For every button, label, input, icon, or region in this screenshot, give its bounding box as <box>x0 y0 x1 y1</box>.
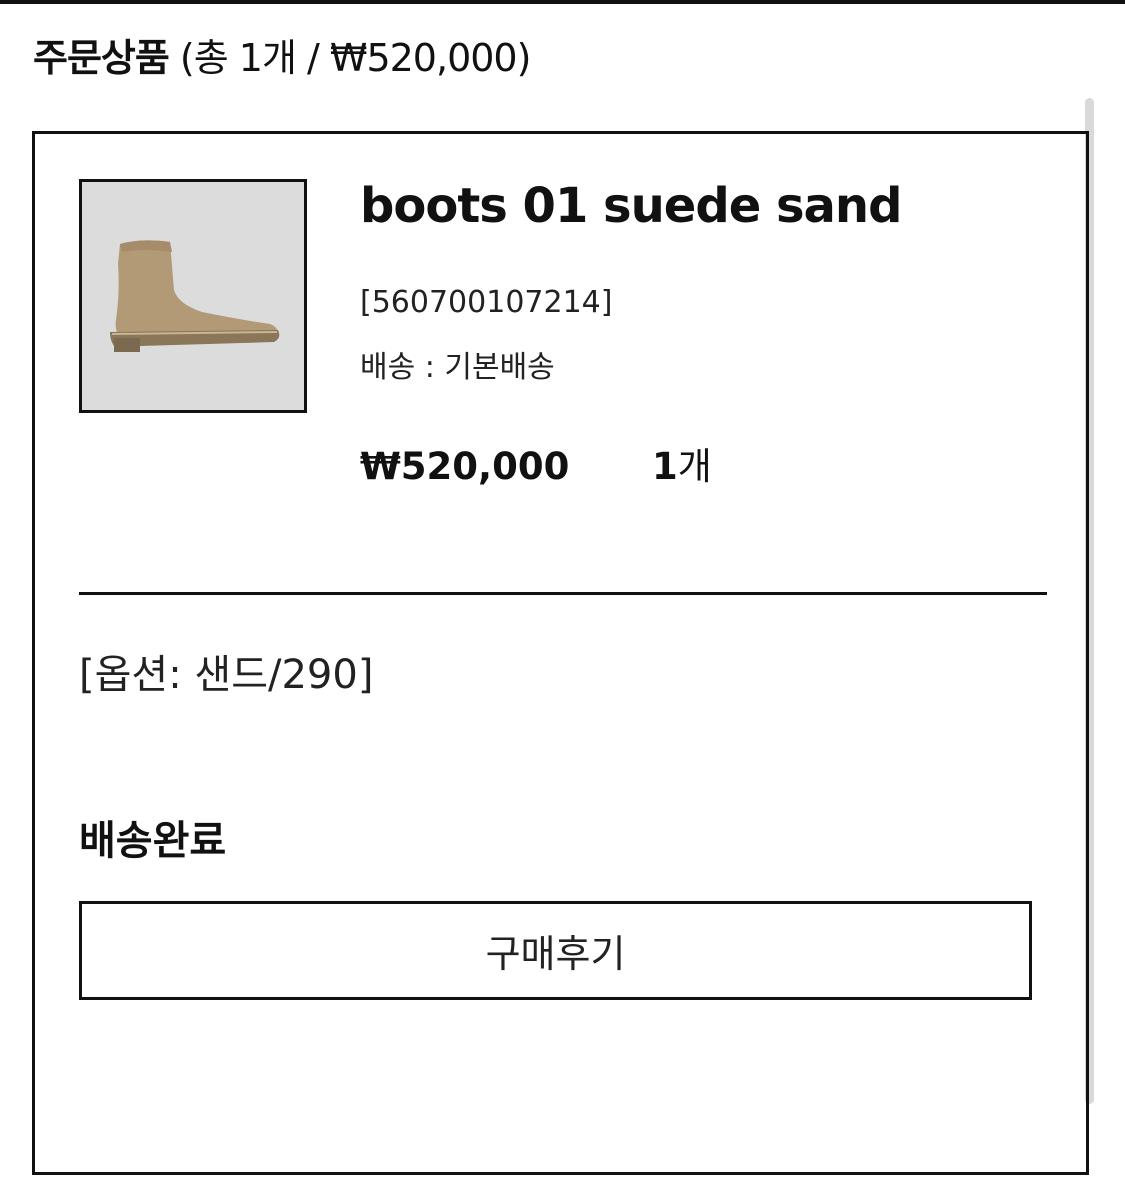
product-option: [옵션: 샌드/290] <box>79 652 374 698</box>
write-review-label: 구매후기 <box>485 932 626 976</box>
order-items-header: 주문상품 (총 1개 / ₩520,000) <box>33 34 532 82</box>
quantity-unit: 개 <box>677 445 712 488</box>
shipping-type: 배송 : 기본배송 <box>360 350 555 385</box>
product-price: ₩520,000 <box>360 445 570 488</box>
product-thumbnail[interactable] <box>79 179 307 413</box>
section-title: 주문상품 <box>33 36 170 80</box>
product-quantity: 1개 <box>652 444 712 490</box>
product-code: [560700107214] <box>360 285 613 320</box>
product-name[interactable]: boots 01 suede sand <box>360 176 902 236</box>
top-divider <box>0 0 1125 4</box>
order-summary: (총 1개 / ₩520,000) <box>168 36 532 80</box>
item-divider <box>79 592 1047 595</box>
delivery-status: 배송완료 <box>79 818 227 864</box>
write-review-button[interactable]: 구매후기 <box>79 901 1032 1000</box>
boot-image <box>82 182 304 410</box>
quantity-number: 1 <box>652 445 678 488</box>
